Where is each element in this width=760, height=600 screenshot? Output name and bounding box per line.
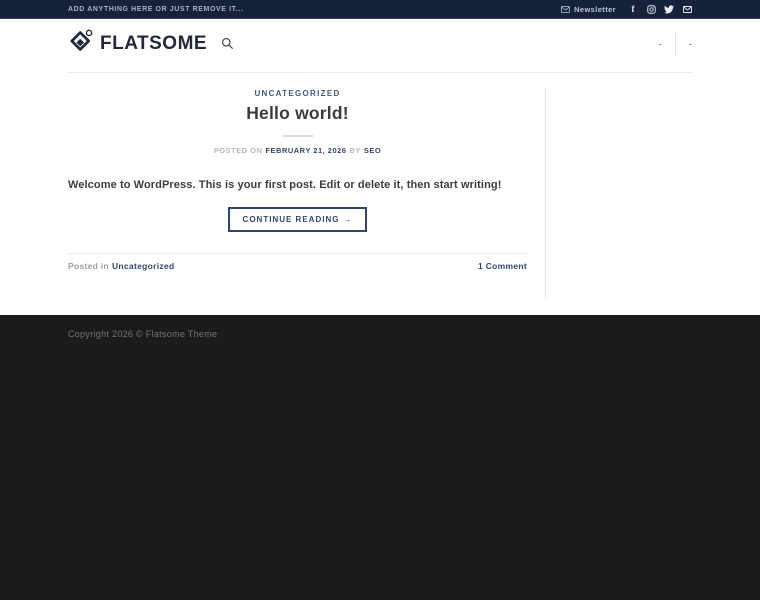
by-label: BY (349, 146, 361, 155)
copyright-text: Copyright 2026 © Flatsome Theme (68, 329, 218, 339)
arrow-right-icon: → (343, 215, 353, 224)
topbar-message: ADD ANYTHING HERE OR JUST REMOVE IT... (68, 5, 244, 13)
continue-button-wrap: CONTINUE READING → (68, 207, 527, 232)
posted-in-category-link[interactable]: Uncategorized (112, 261, 174, 271)
post-title: Hello world! (246, 103, 349, 123)
topbar-right: Newsletter f (561, 4, 692, 14)
site-footer: Copyright 2026 © Flatsome Theme (0, 315, 760, 600)
facebook-icon[interactable]: f (628, 4, 638, 14)
comments-link[interactable]: 1 Comment (478, 261, 527, 271)
posted-in: Posted in Uncategorized (68, 261, 174, 271)
sidebar-divider (545, 88, 546, 298)
post-category-link[interactable]: UNCATEGORIZED (68, 89, 527, 98)
twitter-icon[interactable] (664, 4, 674, 14)
header-nav: - - (659, 30, 692, 57)
newsletter-link[interactable]: Newsletter (561, 5, 616, 14)
nav-item-2[interactable]: - (689, 39, 692, 49)
continue-reading-button[interactable]: CONTINUE READING → (227, 207, 368, 232)
email-icon[interactable] (682, 4, 692, 14)
site-logo[interactable]: FLATSOME (68, 28, 207, 59)
continue-reading-label: CONTINUE READING (242, 215, 340, 224)
title-divider (282, 135, 313, 137)
page: ADD ANYTHING HERE OR JUST REMOVE IT... N… (0, 0, 760, 600)
post-footer-meta: Posted in Uncategorized 1 Comment (68, 253, 527, 271)
top-bar: ADD ANYTHING HERE OR JUST REMOVE IT... N… (0, 0, 760, 19)
posted-in-label: Posted in (68, 261, 109, 271)
post-date-link[interactable]: FEBRUARY 21, 2026 (265, 146, 346, 155)
posted-on-label: POSTED ON (213, 146, 263, 155)
logo-text: FLATSOME (100, 32, 208, 54)
blog-post: UNCATEGORIZED Hello world! POSTED ON FEB… (68, 68, 527, 271)
nav-divider (675, 30, 676, 57)
newsletter-label: Newsletter (574, 4, 616, 14)
social-icons: f (628, 4, 692, 14)
nav-item-1[interactable]: - (659, 39, 662, 49)
flatsome-gem-icon (68, 28, 94, 59)
post-author-link[interactable]: SEO (364, 146, 381, 155)
envelope-icon (561, 5, 570, 13)
search-icon[interactable] (221, 37, 234, 50)
post-meta: POSTED ON FEBRUARY 21, 2026 BY SEO (68, 146, 527, 155)
site-header: FLATSOME - - (0, 19, 760, 68)
instagram-icon[interactable] (646, 4, 656, 14)
main-content: UNCATEGORIZED Hello world! POSTED ON FEB… (0, 68, 760, 315)
post-excerpt: Welcome to WordPress. This is your first… (68, 179, 502, 191)
